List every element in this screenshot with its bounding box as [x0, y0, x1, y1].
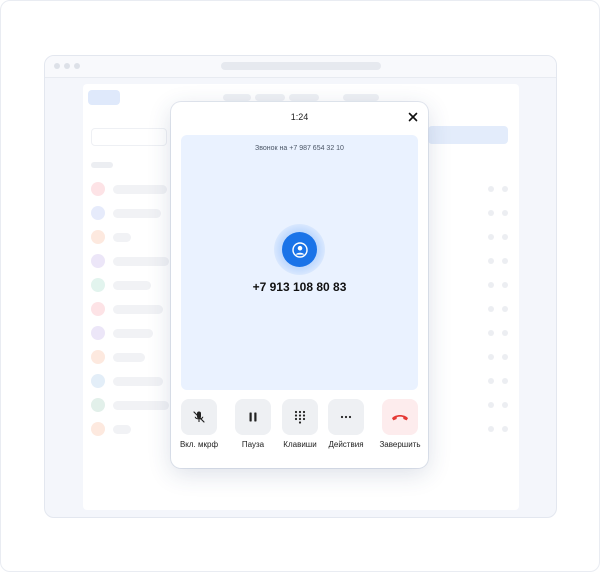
more-icon [340, 415, 352, 419]
row-action-dot [502, 258, 508, 264]
row-avatar [91, 278, 105, 292]
section-heading-placeholder [91, 162, 113, 168]
row-action-dot [488, 282, 494, 288]
pause-icon [249, 412, 257, 422]
call-target-label: Звонок на +7 987 654 32 10 [255, 145, 344, 152]
row-action-dot [488, 426, 494, 432]
row-action-dot [502, 210, 508, 216]
row-text-placeholder [113, 305, 163, 314]
row-action-dot [502, 378, 508, 384]
pause-button-bg [235, 399, 271, 435]
row-avatar [91, 182, 105, 196]
row-avatar [91, 254, 105, 268]
row-action-dot [502, 426, 508, 432]
call-area: Звонок на +7 987 654 32 10 +7 913 108 80… [181, 135, 418, 390]
row-avatar [91, 230, 105, 244]
row-action-dot [488, 258, 494, 264]
keypad-button-bg [282, 399, 318, 435]
row-text-placeholder [113, 257, 169, 266]
row-text-placeholder [113, 401, 169, 410]
row-action-dot [502, 186, 508, 192]
nav-placeholder [223, 94, 251, 101]
actions-label: Действия [328, 440, 364, 449]
row-action-dot [488, 186, 494, 192]
row-action-dot [502, 306, 508, 312]
keypad-icon [294, 410, 306, 424]
call-dialog: 1:24 Звонок на +7 987 654 32 10 +7 913 1… [171, 102, 428, 468]
mute-button[interactable]: Вкл. мкрф [173, 399, 225, 449]
row-text-placeholder [113, 377, 163, 386]
row-text-placeholder [113, 425, 131, 434]
search-placeholder [91, 128, 167, 146]
row-text-placeholder [113, 185, 167, 194]
row-action-dot [488, 378, 494, 384]
row-action-dot [502, 234, 508, 240]
nav-placeholder [255, 94, 285, 101]
row-action-dot [488, 306, 494, 312]
actions-button-bg [328, 399, 364, 435]
actions-button[interactable]: Действия [320, 399, 372, 449]
row-action-dot [488, 234, 494, 240]
window-dot [54, 63, 60, 69]
mic-off-icon [193, 411, 205, 423]
pause-button[interactable]: Пауза [227, 399, 279, 449]
row-action-dot [502, 330, 508, 336]
row-text-placeholder [113, 329, 153, 338]
row-action-dot [488, 402, 494, 408]
close-button[interactable] [406, 110, 420, 124]
action-button-placeholder [428, 126, 508, 144]
row-text-placeholder [113, 233, 131, 242]
close-icon [408, 112, 418, 122]
window-dot [74, 63, 80, 69]
row-avatar [91, 206, 105, 220]
nav-placeholder [343, 94, 379, 101]
row-avatar [91, 374, 105, 388]
row-text-placeholder [113, 209, 161, 218]
hangup-icon [392, 415, 408, 421]
call-controls: Вкл. мкрф Пауза Клавиши Действия Заверши… [171, 399, 428, 459]
contact-avatar [282, 232, 317, 267]
row-action-dot [502, 354, 508, 360]
row-avatar [91, 302, 105, 316]
contact-number: +7 913 108 80 83 [252, 280, 347, 294]
row-avatar [91, 422, 105, 436]
end-call-button-bg [382, 399, 418, 435]
row-action-dot [488, 330, 494, 336]
keypad-button[interactable]: Клавиши [274, 399, 326, 449]
app-logo [88, 90, 120, 105]
window-dot [64, 63, 70, 69]
row-avatar [91, 326, 105, 340]
row-action-dot [502, 282, 508, 288]
mute-button-bg [181, 399, 217, 435]
user-icon [291, 241, 308, 258]
browser-titlebar [45, 56, 556, 78]
keypad-label: Клавиши [283, 440, 317, 449]
row-text-placeholder [113, 281, 151, 290]
call-timer: 1:24 [290, 112, 309, 122]
end-call-label: Завершить [379, 440, 421, 449]
end-call-button[interactable]: Завершить [374, 399, 426, 449]
nav-placeholder [289, 94, 319, 101]
row-avatar [91, 350, 105, 364]
pause-label: Пауза [241, 440, 265, 449]
row-text-placeholder [113, 353, 145, 362]
row-avatar [91, 398, 105, 412]
mute-label: Вкл. мкрф [179, 440, 219, 449]
row-action-dot [502, 402, 508, 408]
row-action-dot [488, 210, 494, 216]
row-action-dot [488, 354, 494, 360]
address-bar [221, 62, 381, 70]
